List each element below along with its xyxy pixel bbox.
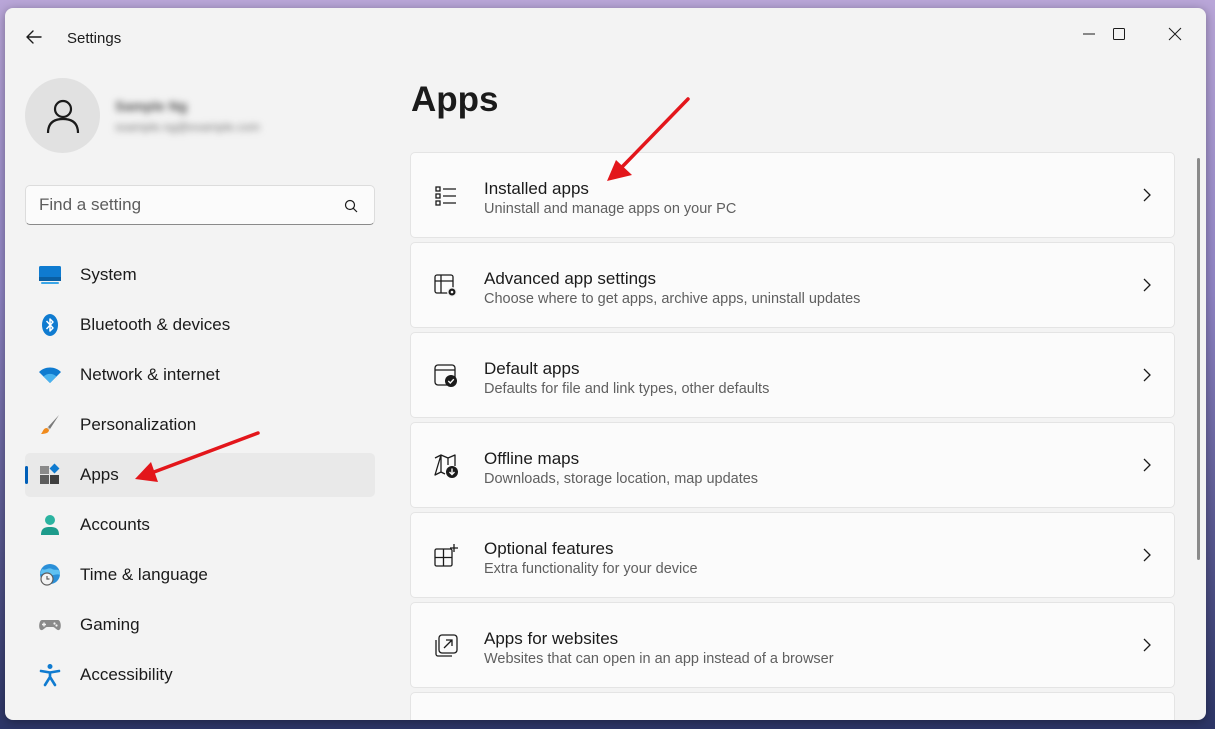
sidebar-item-label: Personalization [80, 415, 197, 434]
sidebar-item-label: Network & internet [80, 365, 220, 384]
accessibility-icon [39, 664, 61, 687]
maximize-icon [1113, 28, 1125, 40]
open-in-app-icon [435, 634, 458, 657]
default-apps-card[interactable]: Default apps Defaults for file and link … [410, 332, 1175, 418]
card-description: Extra functionality for your device [484, 561, 698, 577]
back-arrow-icon [26, 30, 42, 44]
close-button[interactable] [1152, 16, 1198, 52]
list-icon [435, 186, 456, 206]
person-icon [46, 99, 79, 133]
chevron-right-icon [1143, 548, 1151, 562]
chevron-right-icon [1143, 638, 1151, 652]
sidebar-nav: System Bluetooth & devices Network & int… [25, 253, 375, 703]
sidebar-item-label: Time & language [80, 565, 208, 584]
sidebar-item-apps[interactable]: Apps [25, 453, 375, 497]
bluetooth-icon [42, 314, 58, 336]
card-description: Uninstall and manage apps on your PC [484, 201, 737, 217]
maximize-button[interactable] [1096, 16, 1142, 52]
minimize-icon [1083, 33, 1095, 35]
card-title: Apps for websites [484, 629, 619, 648]
close-icon [1168, 27, 1182, 41]
title-bar: Settings [5, 8, 1206, 54]
apps-icon [40, 463, 60, 484]
card-title: Optional features [484, 539, 614, 558]
card-description: Choose where to get apps, archive apps, … [484, 291, 861, 307]
sidebar-item-label: Gaming [80, 615, 140, 634]
sidebar-item-gaming[interactable]: Gaming [25, 603, 375, 647]
user-name: Sample Ng [115, 98, 188, 114]
avatar [25, 78, 100, 153]
sidebar-item-personalization[interactable]: Personalization [25, 403, 375, 447]
chevron-right-icon [1143, 368, 1151, 382]
scrollbar[interactable] [1197, 158, 1200, 560]
installed-apps-card[interactable]: Installed apps Uninstall and manage apps… [410, 152, 1175, 238]
settings-window: Settings Sample Ng ssample.ng@example.co… [5, 8, 1206, 720]
sidebar-item-system[interactable]: System [25, 253, 375, 297]
brush-icon [41, 415, 59, 434]
page-title: Apps [411, 80, 499, 119]
back-button[interactable] [23, 26, 45, 48]
optional-features-icon [434, 544, 458, 567]
sidebar-item-time-language[interactable]: Time & language [25, 553, 375, 597]
card-description: Downloads, storage location, map updates [484, 471, 759, 487]
card-title: Offline maps [484, 449, 580, 468]
partial-card[interactable] [410, 692, 1175, 720]
user-email: ssample.ng@example.com [115, 120, 260, 134]
apps-for-websites-card[interactable]: Apps for websites Websites that can open… [410, 602, 1175, 688]
sidebar-item-bluetooth[interactable]: Bluetooth & devices [25, 303, 375, 347]
sidebar-item-accessibility[interactable]: Accessibility [25, 653, 375, 697]
accounts-icon [41, 515, 59, 535]
card-title: Default apps [484, 359, 580, 378]
sidebar-item-network[interactable]: Network & internet [25, 353, 375, 397]
sidebar-item-label: Accessibility [80, 665, 173, 684]
app-settings-icon [434, 274, 457, 297]
card-title: Installed apps [484, 179, 589, 198]
chevron-right-icon [1143, 188, 1151, 202]
default-apps-icon [434, 364, 457, 387]
card-description: Websites that can open in an app instead… [484, 651, 834, 667]
map-download-icon [434, 454, 458, 478]
card-description: Defaults for file and link types, other … [484, 381, 770, 397]
settings-list: Installed apps Uninstall and manage apps… [410, 152, 1175, 720]
sidebar-item-label: System [80, 265, 137, 284]
user-profile[interactable]: Sample Ng ssample.ng@example.com [25, 78, 365, 154]
sidebar-item-label: Accounts [80, 515, 150, 534]
sidebar-item-label: Bluetooth & devices [80, 315, 231, 334]
search-icon [344, 199, 358, 213]
search-input[interactable] [26, 186, 374, 224]
offline-maps-card[interactable]: Offline maps Downloads, storage location… [410, 422, 1175, 508]
chevron-right-icon [1143, 278, 1151, 292]
gamepad-icon [39, 620, 61, 631]
sidebar-item-accounts[interactable]: Accounts [25, 503, 375, 547]
card-title: Advanced app settings [484, 269, 657, 288]
optional-features-card[interactable]: Optional features Extra functionality fo… [410, 512, 1175, 598]
system-icon [39, 266, 61, 284]
wifi-icon [39, 367, 61, 383]
clock-globe-icon [40, 564, 60, 586]
window-title: Settings [67, 30, 122, 47]
advanced-app-settings-card[interactable]: Advanced app settings Choose where to ge… [410, 242, 1175, 328]
sidebar-item-label: Apps [80, 465, 119, 484]
search-box[interactable] [25, 185, 375, 225]
chevron-right-icon [1143, 458, 1151, 472]
